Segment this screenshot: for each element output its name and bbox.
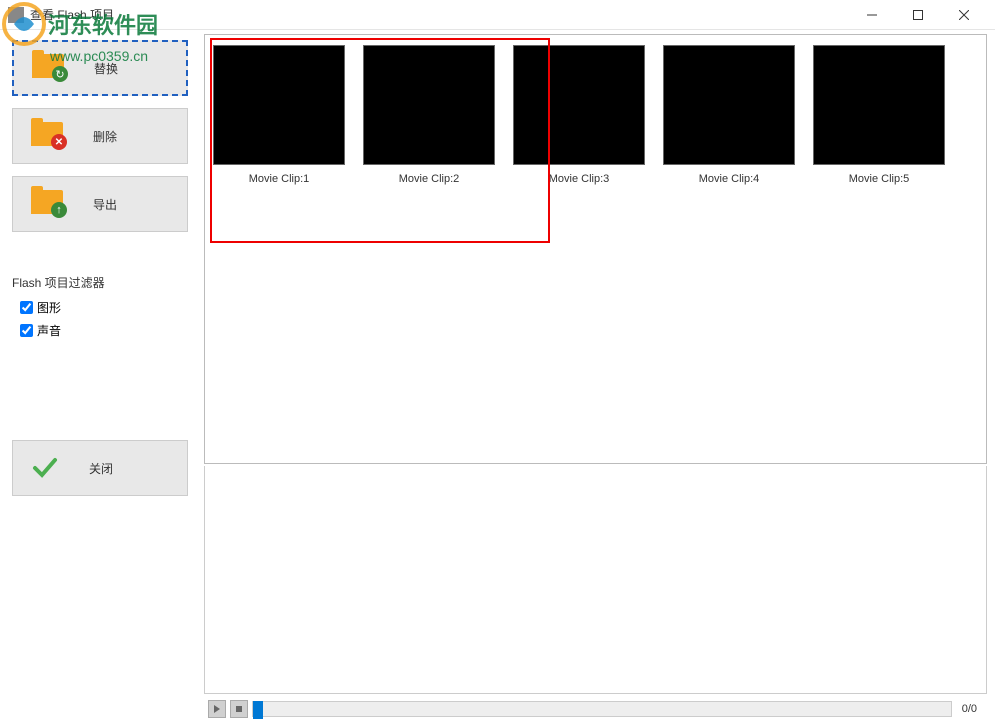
clip-label: Movie Clip:5	[849, 173, 910, 185]
clip-thumbnail	[813, 45, 945, 165]
replace-folder-icon	[32, 54, 64, 82]
preview-panel	[204, 466, 987, 694]
filter-title: Flash 项目过滤器	[12, 274, 188, 291]
checkmark-icon	[31, 454, 59, 482]
frame-counter: 0/0	[956, 703, 983, 715]
sound-checkbox[interactable]	[20, 324, 33, 337]
clip-item[interactable]: Movie Clip:3	[513, 45, 645, 185]
progress-thumb[interactable]	[253, 701, 263, 719]
clip-label: Movie Clip:1	[249, 173, 310, 185]
window-controls	[849, 0, 987, 30]
window-title: 查看 Flash 项目	[30, 6, 849, 23]
graphics-label: 图形	[37, 299, 61, 316]
window-titlebar: 查看 Flash 项目	[0, 0, 995, 30]
clip-item[interactable]: Movie Clip:1	[213, 45, 345, 185]
sound-label: 声音	[37, 322, 61, 339]
close-window-button[interactable]	[941, 0, 987, 30]
filter-section: Flash 项目过滤器 图形 声音	[12, 274, 188, 345]
filter-graphics[interactable]: 图形	[20, 299, 188, 316]
clip-item[interactable]: Movie Clip:2	[363, 45, 495, 185]
close-label: 关闭	[79, 460, 187, 477]
clip-thumbnail	[213, 45, 345, 165]
clip-thumbnail	[363, 45, 495, 165]
stop-button[interactable]	[230, 700, 248, 718]
clip-label: Movie Clip:4	[699, 173, 760, 185]
filter-sound[interactable]: 声音	[20, 322, 188, 339]
graphics-checkbox[interactable]	[20, 301, 33, 314]
sidebar: 替换 删除 导出 Flash 项目过滤器 图形 声音	[0, 30, 200, 726]
delete-button[interactable]: 删除	[12, 108, 188, 164]
content-area: Movie Clip:1 Movie Clip:2 Movie Clip:3 M…	[200, 30, 995, 726]
delete-folder-icon	[31, 122, 63, 150]
clip-thumbnail	[513, 45, 645, 165]
export-folder-icon	[31, 190, 63, 218]
clips-panel: Movie Clip:1 Movie Clip:2 Movie Clip:3 M…	[204, 34, 987, 464]
app-icon	[8, 7, 24, 23]
replace-button[interactable]: 替换	[12, 40, 188, 96]
clip-item[interactable]: Movie Clip:5	[813, 45, 945, 185]
clip-label: Movie Clip:2	[399, 173, 460, 185]
clip-label: Movie Clip:3	[549, 173, 610, 185]
replace-label: 替换	[84, 60, 186, 77]
main-container: 替换 删除 导出 Flash 项目过滤器 图形 声音	[0, 30, 995, 726]
export-button[interactable]: 导出	[12, 176, 188, 232]
playback-bar: 0/0	[204, 696, 987, 722]
clip-thumbnail	[663, 45, 795, 165]
export-label: 导出	[83, 196, 187, 213]
clip-item[interactable]: Movie Clip:4	[663, 45, 795, 185]
progress-slider[interactable]	[252, 701, 952, 717]
maximize-button[interactable]	[895, 0, 941, 30]
delete-label: 删除	[83, 128, 187, 145]
close-button[interactable]: 关闭	[12, 440, 188, 496]
minimize-button[interactable]	[849, 0, 895, 30]
play-button[interactable]	[208, 700, 226, 718]
